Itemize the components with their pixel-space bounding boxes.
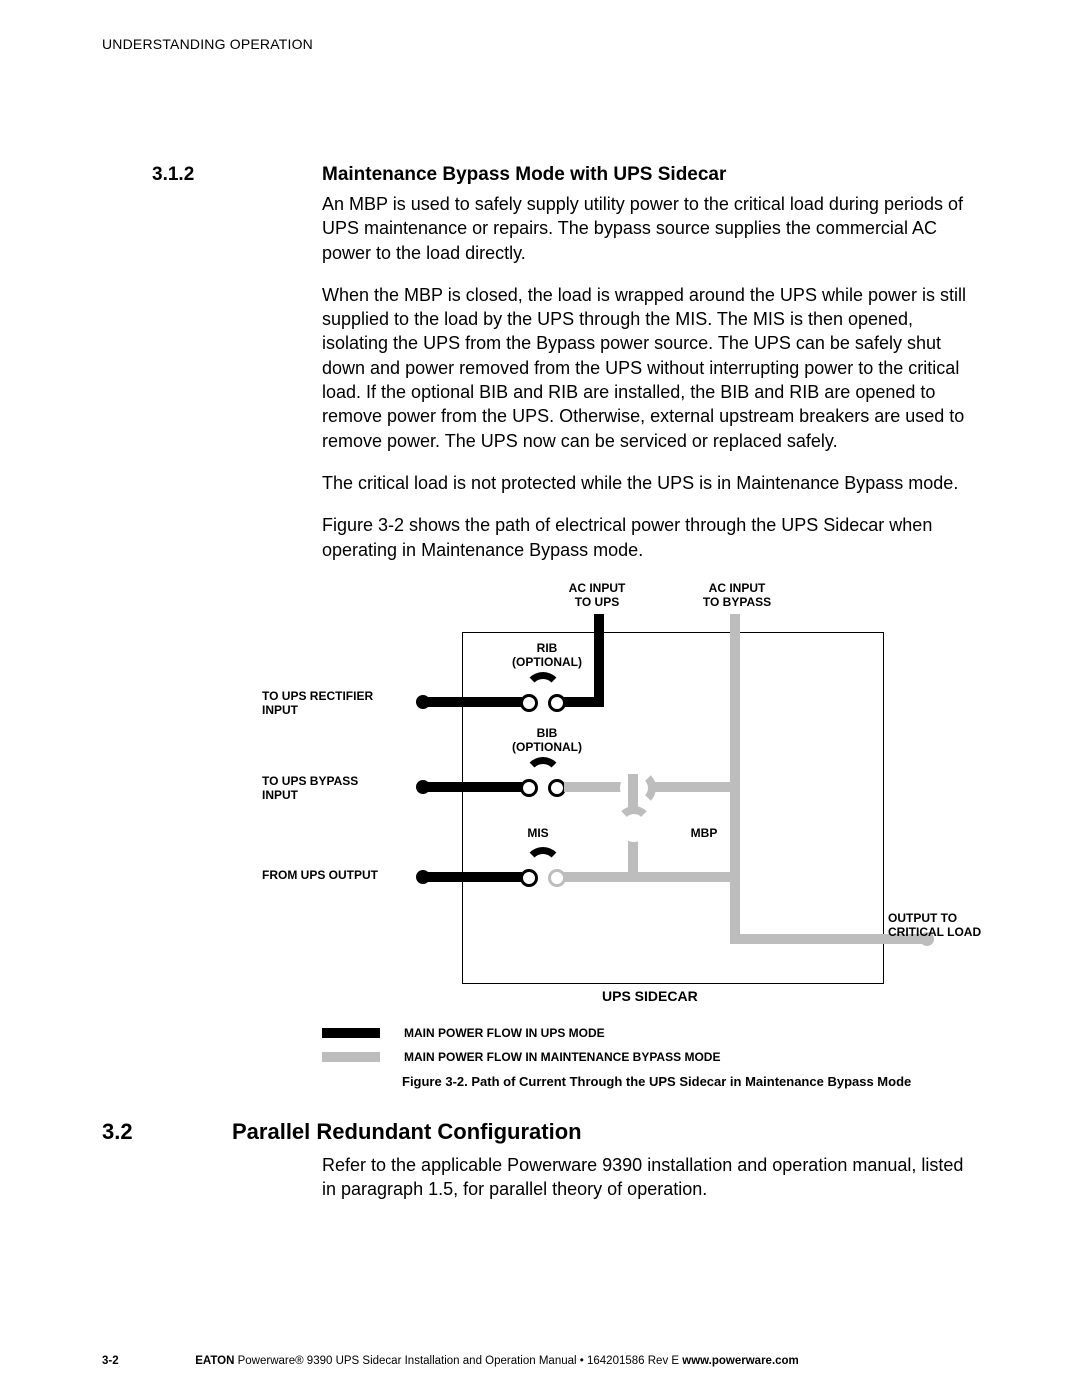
footer-manual: Powerware® 9390 UPS Sidecar Installation… — [234, 1355, 682, 1367]
section-32-body: Refer to the applicable Powerware 9390 i… — [322, 1153, 978, 1202]
paragraph: An MBP is used to safely supply utility … — [322, 192, 978, 265]
footer-company: EATON — [195, 1355, 234, 1367]
heading-3-1-2: 3.1.2Maintenance Bypass Mode with UPS Si… — [152, 164, 978, 186]
paragraph: Refer to the applicable Powerware 9390 i… — [322, 1153, 978, 1202]
paragraph: The critical load is not protected while… — [322, 471, 978, 495]
label-output-critical-load: OUTPUT TO CRITICAL LOAD — [888, 912, 1008, 940]
section-title: Maintenance Bypass Mode with UPS Sidecar — [322, 164, 726, 185]
label-to-ups-rectifier: TO UPS RECTIFIER INPUT — [262, 690, 422, 718]
label-rib: RIB (OPTIONAL) — [507, 642, 587, 670]
page-footer: 3-2 EATON Powerware® 9390 UPS Sidecar In… — [102, 1355, 978, 1367]
page-number: 3-2 — [102, 1355, 192, 1367]
legend-label: MAIN POWER FLOW IN MAINTENANCE BYPASS MO… — [404, 1050, 720, 1064]
paragraph: When the MBP is closed, the load is wrap… — [322, 283, 978, 453]
footer-url: www.powerware.com — [682, 1355, 799, 1367]
section-number: 3.2 — [102, 1119, 232, 1145]
label-ac-input-ups: AC INPUT TO UPS — [557, 582, 637, 610]
line — [594, 614, 604, 704]
line — [462, 872, 522, 882]
line-crossover-icon — [616, 806, 652, 842]
legend-row: MAIN POWER FLOW IN MAINTENANCE BYPASS MO… — [322, 1050, 982, 1064]
line — [564, 697, 604, 707]
page: UNDERSTANDING OPERATION 3.1.2Maintenance… — [0, 0, 1080, 1397]
legend-row: MAIN POWER FLOW IN UPS MODE — [322, 1026, 982, 1040]
label-bib: BIB (OPTIONAL) — [507, 727, 587, 755]
label-ups-sidecar: UPS SIDECAR — [602, 988, 698, 1004]
line — [730, 774, 740, 944]
line — [462, 782, 522, 792]
section-number: 3.1.2 — [152, 164, 322, 186]
label-to-ups-bypass: TO UPS BYPASS INPUT — [262, 775, 422, 803]
legend-label: MAIN POWER FLOW IN UPS MODE — [404, 1026, 605, 1040]
paragraph: Figure 3‑2 shows the path of electrical … — [322, 513, 978, 562]
legend-swatch-gray — [322, 1052, 380, 1062]
label-from-ups-output: FROM UPS OUTPUT — [262, 869, 422, 883]
section-312-body: An MBP is used to safely supply utility … — [322, 192, 978, 562]
diagram-ups-sidecar: AC INPUT TO UPS AC INPUT TO BYPASS RIB (… — [322, 582, 962, 1012]
line — [730, 614, 740, 774]
figure-3-2: AC INPUT TO UPS AC INPUT TO BYPASS RIB (… — [322, 582, 982, 1089]
line — [628, 872, 740, 882]
line — [462, 697, 522, 707]
label-mis: MIS — [518, 827, 558, 841]
line — [730, 934, 882, 944]
line — [648, 782, 740, 792]
line — [564, 872, 634, 882]
figure-caption: Figure 3‑2. Path of Current Through the … — [402, 1074, 982, 1089]
section-title: Parallel Redundant Configuration — [232, 1119, 582, 1144]
heading-3-2: 3.2Parallel Redundant Configuration — [102, 1119, 978, 1145]
label-mbp: MBP — [684, 827, 724, 841]
legend-swatch-black — [322, 1028, 380, 1038]
label-ac-input-bypass: AC INPUT TO BYPASS — [692, 582, 782, 610]
running-header: UNDERSTANDING OPERATION — [102, 36, 978, 52]
figure-legend: MAIN POWER FLOW IN UPS MODE MAIN POWER F… — [322, 1026, 982, 1064]
